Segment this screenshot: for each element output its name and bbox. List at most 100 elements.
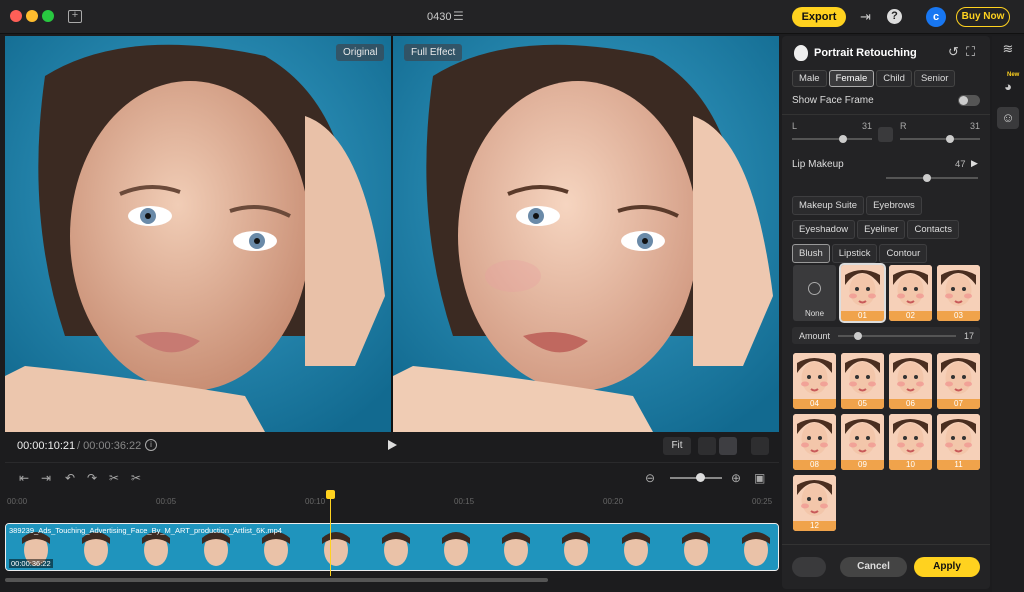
preset-face-image xyxy=(889,414,932,460)
cut-all-icon[interactable]: ✂ xyxy=(131,471,141,485)
split-start-icon[interactable]: ⇤ xyxy=(19,471,29,485)
category-eyeshadow[interactable]: Eyeshadow xyxy=(792,220,856,239)
gender-male[interactable]: Male xyxy=(792,70,827,87)
panel-footer: Cancel Apply xyxy=(782,544,990,589)
preset-thumb[interactable]: 04 xyxy=(793,353,836,409)
clip-frame xyxy=(666,524,726,570)
right-slider-handle[interactable] xyxy=(946,135,954,143)
fit-timeline-icon[interactable]: ▣ xyxy=(754,471,765,485)
buy-now-button[interactable]: Buy Now xyxy=(956,7,1010,27)
preset-face-image xyxy=(841,414,884,460)
show-face-frame-toggle[interactable] xyxy=(958,95,980,106)
import-icon[interactable]: ⇥ xyxy=(860,9,871,25)
zoom-window-button[interactable] xyxy=(42,10,54,22)
preset-thumb[interactable]: 05 xyxy=(841,353,884,409)
right-slider-track[interactable] xyxy=(900,138,980,140)
left-slider-handle[interactable] xyxy=(839,135,847,143)
category-contour[interactable]: Contour xyxy=(879,244,928,263)
close-window-button[interactable] xyxy=(10,10,22,22)
zoom-out-icon[interactable]: ⊖ xyxy=(645,471,655,485)
left-slider-track[interactable] xyxy=(792,138,872,140)
gender-female[interactable]: Female xyxy=(828,70,875,87)
cancel-button[interactable]: Cancel xyxy=(840,557,907,577)
zoom-in-icon[interactable]: ⊕ xyxy=(731,471,741,485)
preset-thumb[interactable]: 09 xyxy=(841,414,884,470)
expand-arrow-icon[interactable]: ▶ xyxy=(971,158,978,169)
clip-frame xyxy=(606,524,666,570)
minimize-window-button[interactable] xyxy=(26,10,38,22)
undo-icon[interactable]: ↶ xyxy=(65,471,75,485)
face-scan-icon[interactable]: ⛶ xyxy=(966,44,975,60)
preset-thumb[interactable]: 06 xyxy=(889,353,932,409)
layers-icon[interactable]: ≋ xyxy=(997,38,1019,60)
preset-label: None xyxy=(804,309,825,318)
compare-view-button[interactable] xyxy=(751,437,769,455)
category-eyebrows[interactable]: Eyebrows xyxy=(866,196,922,215)
apply-button[interactable]: Apply xyxy=(914,557,980,577)
layers-button[interactable] xyxy=(792,557,826,577)
ruler-label: 00:05 xyxy=(156,497,177,506)
scissors-icon[interactable]: ✂ xyxy=(109,471,119,485)
portrait-retouching-panel: Portrait Retouching ↺ ⛶ Male Female Child S… xyxy=(782,36,990,589)
preset-label: 09 xyxy=(841,460,884,470)
export-button[interactable]: Export xyxy=(792,7,846,27)
timeline-scrollbar[interactable] xyxy=(5,578,548,582)
preset-thumb[interactable]: 10 xyxy=(889,414,932,470)
help-icon[interactable]: ? xyxy=(887,9,902,24)
preset-thumb[interactable]: 08 xyxy=(793,414,836,470)
face-icon xyxy=(794,45,808,61)
info-icon[interactable]: i xyxy=(145,439,157,451)
left-slider-label: L xyxy=(792,121,798,131)
reset-icon[interactable]: ↺ xyxy=(948,44,959,60)
zoom-slider-handle[interactable] xyxy=(696,473,705,482)
preset-thumb[interactable]: 07 xyxy=(937,353,980,409)
preset-none[interactable]: None xyxy=(793,265,836,321)
preset-label: 03 xyxy=(937,311,980,321)
redo-icon[interactable]: ↷ xyxy=(87,471,97,485)
fit-button[interactable]: Fit xyxy=(663,437,691,455)
link-lr-icon[interactable] xyxy=(878,127,893,142)
amount-slider-handle[interactable] xyxy=(854,332,862,340)
time-ruler[interactable]: 00:00 00:05 00:10 00:15 00:20 00:25 xyxy=(5,495,779,509)
original-preview: Original xyxy=(5,36,391,432)
preset-thumb[interactable]: 01 xyxy=(839,263,886,323)
category-makeup-suite[interactable]: Makeup Suite xyxy=(792,196,865,215)
makeup-categories: Makeup Suite EyebrowsEyeshadow Eyeliner Con… xyxy=(792,196,987,268)
playhead-handle[interactable] xyxy=(326,490,335,499)
ruler-label: 00:00 xyxy=(7,497,28,506)
portrait-icon[interactable]: ☺ xyxy=(997,107,1019,129)
list-icon[interactable]: ☰ xyxy=(453,9,464,23)
preset-row-4: 12 xyxy=(792,475,982,531)
clip-name: 389239_Ads_Touching_Advertising_Face_By_… xyxy=(9,526,282,535)
preset-thumb[interactable]: 12 xyxy=(793,475,836,531)
gender-senior[interactable]: Senior xyxy=(913,70,956,87)
preset-thumb[interactable]: 02 xyxy=(889,265,932,321)
preset-face-image xyxy=(793,475,836,521)
gender-selector: Male Female Child Senior xyxy=(792,70,957,87)
current-time: 00:00:10:21 xyxy=(17,440,76,452)
preset-thumb[interactable]: 03 xyxy=(937,265,980,321)
play-icon[interactable] xyxy=(388,440,397,450)
playhead-line[interactable] xyxy=(330,490,331,576)
video-clip[interactable]: 389239_Ads_Touching_Advertising_Face_By_… xyxy=(5,523,779,571)
palette-icon[interactable]: ◕ xyxy=(997,76,1019,98)
split-end-icon[interactable]: ⇥ xyxy=(41,471,51,485)
divider xyxy=(782,114,990,115)
split-view-button[interactable] xyxy=(719,437,737,455)
project-title: 0430 xyxy=(427,11,452,23)
gender-child[interactable]: Child xyxy=(876,70,912,87)
lip-slider-track[interactable] xyxy=(886,177,978,179)
category-lipstick[interactable]: Lipstick xyxy=(831,244,878,263)
effect-preview: Full Effect xyxy=(393,36,779,432)
new-project-icon[interactable]: + xyxy=(68,10,82,23)
avatar[interactable]: c xyxy=(926,7,946,27)
lip-slider-handle[interactable] xyxy=(923,174,931,182)
none-icon xyxy=(808,282,821,295)
preset-face-image xyxy=(793,353,836,399)
preset-thumb[interactable]: 11 xyxy=(937,414,980,470)
category-eyeliner[interactable]: Eyeliner xyxy=(857,220,906,239)
category-contacts[interactable]: Contacts xyxy=(907,220,959,239)
tool-rail: ≋ New ◕ ☺ xyxy=(992,36,1024,592)
category-blush[interactable]: Blush xyxy=(792,244,830,263)
single-view-button[interactable] xyxy=(698,437,716,455)
